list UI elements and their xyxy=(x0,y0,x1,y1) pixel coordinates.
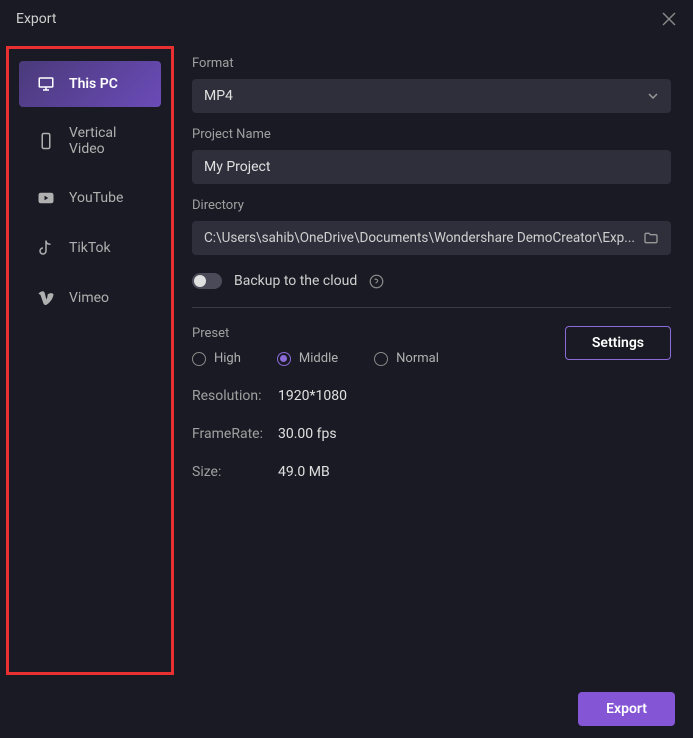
help-icon[interactable] xyxy=(369,274,384,289)
preset-radio-normal[interactable]: Normal xyxy=(374,351,439,366)
pc-icon xyxy=(37,75,55,93)
size-value: 49.0 MB xyxy=(278,464,330,480)
sidebar-item-label: This PC xyxy=(69,76,118,92)
project-name-input[interactable] xyxy=(204,159,659,175)
project-name-label: Project Name xyxy=(192,127,671,142)
sidebar-item-tiktok[interactable]: TikTok xyxy=(19,225,161,271)
preset-left: Preset High Middle Normal xyxy=(192,326,565,366)
chevron-down-icon xyxy=(647,90,659,102)
sidebar-item-label: YouTube xyxy=(69,190,123,206)
radio-label: Middle xyxy=(299,351,338,366)
resolution-row: Resolution: 1920*1080 xyxy=(192,388,671,404)
project-name-group: Project Name xyxy=(192,127,671,184)
sidebar-item-label: Vertical Video xyxy=(69,125,143,157)
export-button[interactable]: Export xyxy=(578,692,675,726)
sidebar-item-this-pc[interactable]: This PC xyxy=(19,61,161,107)
close-icon xyxy=(662,12,676,26)
preset-radio-group: High Middle Normal xyxy=(192,351,565,366)
radio-label: High xyxy=(214,351,241,366)
tiktok-icon xyxy=(37,239,55,257)
backup-toggle[interactable] xyxy=(192,273,222,289)
directory-value: C:\Users\sahib\OneDrive\Documents\Wonder… xyxy=(204,230,643,246)
footer: Export xyxy=(0,680,693,738)
sidebar: This PC Vertical Video YouTube TikTok Vi… xyxy=(6,46,174,675)
vertical-video-icon xyxy=(37,132,55,150)
radio-circle xyxy=(374,352,388,366)
resolution-value: 1920*1080 xyxy=(278,388,347,404)
directory-group: Directory C:\Users\sahib\OneDrive\Docume… xyxy=(192,198,671,255)
preset-row: Preset High Middle Normal Se xyxy=(192,326,671,366)
content: Format MP4 Project Name Directory C:\Use… xyxy=(174,38,693,683)
radio-circle xyxy=(192,352,206,366)
titlebar: Export xyxy=(0,0,693,38)
sidebar-item-vertical-video[interactable]: Vertical Video xyxy=(19,111,161,171)
divider xyxy=(192,307,671,308)
format-select[interactable]: MP4 xyxy=(192,79,671,113)
preset-radio-middle[interactable]: Middle xyxy=(277,351,338,366)
directory-input-wrap: C:\Users\sahib\OneDrive\Documents\Wonder… xyxy=(192,221,671,255)
vimeo-icon xyxy=(37,289,55,307)
radio-label: Normal xyxy=(396,351,439,366)
folder-icon[interactable] xyxy=(643,230,659,246)
format-value: MP4 xyxy=(204,88,647,104)
sidebar-item-label: TikTok xyxy=(69,240,111,256)
radio-circle xyxy=(277,352,291,366)
framerate-row: FrameRate: 30.00 fps xyxy=(192,426,671,442)
preset-label: Preset xyxy=(192,326,565,341)
project-name-input-wrap xyxy=(192,150,671,184)
window-title: Export xyxy=(16,11,56,27)
backup-row: Backup to the cloud xyxy=(192,273,671,289)
format-group: Format MP4 xyxy=(192,56,671,113)
framerate-value: 30.00 fps xyxy=(278,426,337,442)
preset-radio-high[interactable]: High xyxy=(192,351,241,366)
size-row: Size: 49.0 MB xyxy=(192,464,671,480)
sidebar-item-vimeo[interactable]: Vimeo xyxy=(19,275,161,321)
settings-button[interactable]: Settings xyxy=(565,326,671,360)
framerate-label: FrameRate: xyxy=(192,426,278,442)
size-label: Size: xyxy=(192,464,278,480)
main: This PC Vertical Video YouTube TikTok Vi… xyxy=(0,38,693,683)
backup-label: Backup to the cloud xyxy=(234,273,357,289)
sidebar-item-label: Vimeo xyxy=(69,290,109,306)
sidebar-item-youtube[interactable]: YouTube xyxy=(19,175,161,221)
close-button[interactable] xyxy=(661,11,677,27)
directory-label: Directory xyxy=(192,198,671,213)
format-label: Format xyxy=(192,56,671,71)
resolution-label: Resolution: xyxy=(192,388,278,404)
youtube-icon xyxy=(37,189,55,207)
